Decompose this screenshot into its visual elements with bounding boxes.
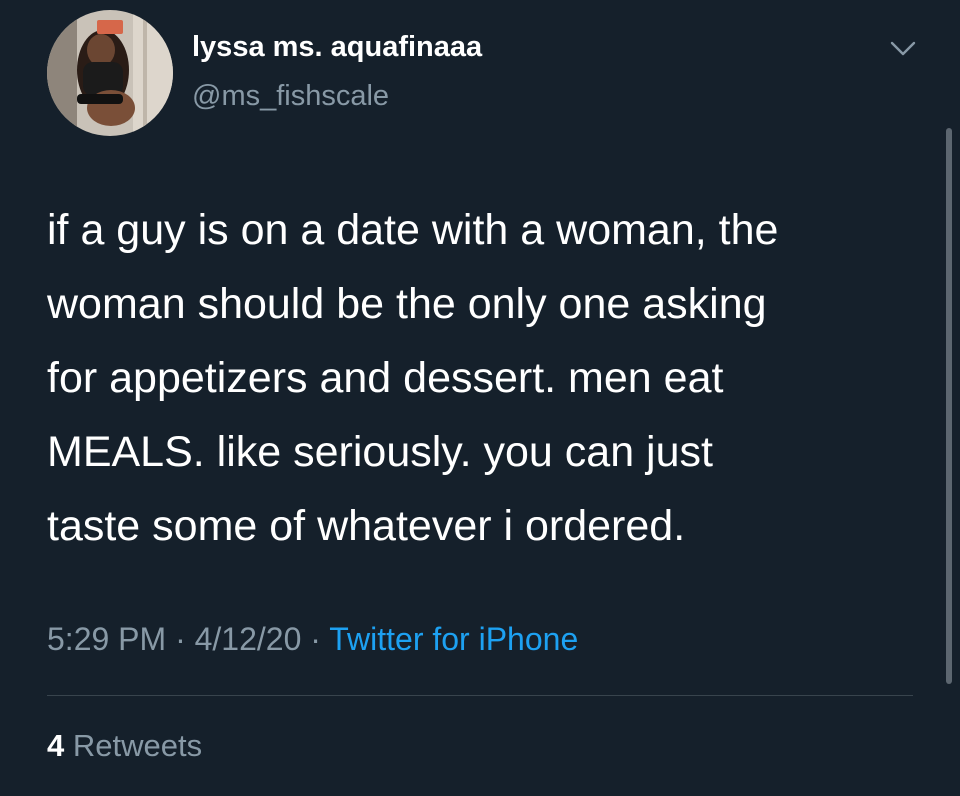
- tweet-meta: 5:29 PM · 4/12/20 · Twitter for iPhone: [47, 621, 578, 658]
- divider: [47, 695, 913, 696]
- meta-separator: ·: [310, 621, 321, 657]
- tweet-time[interactable]: 5:29 PM: [47, 621, 166, 657]
- tweet-date[interactable]: 4/12/20: [195, 621, 302, 657]
- tweet-text-line: woman should be the only one asking: [47, 280, 767, 328]
- tweet-text-line: for appetizers and dessert. men eat: [47, 354, 724, 402]
- author-handle[interactable]: @ms_fishscale: [192, 80, 389, 113]
- scrollbar[interactable]: [946, 128, 952, 684]
- retweets-count: 4: [47, 728, 65, 763]
- avatar[interactable]: [47, 10, 173, 136]
- tweet-source-link[interactable]: Twitter for iPhone: [329, 621, 578, 657]
- avatar-photo: [47, 10, 173, 136]
- author-display-name[interactable]: lyssa ms. aquafinaaa: [192, 31, 482, 64]
- retweets-stat[interactable]: 4 Retweets: [47, 728, 202, 764]
- tweet-text: if a guy is on a date with a woman, the …: [47, 193, 927, 563]
- retweets-label: Retweets: [72, 728, 203, 763]
- tweet-detail: lyssa ms. aquafinaaa @ms_fishscale if a …: [0, 0, 960, 796]
- tweet-text-line: if a guy is on a date with a woman, the: [47, 206, 779, 254]
- chevron-down-icon[interactable]: [888, 35, 918, 61]
- meta-separator: ·: [175, 621, 186, 657]
- tweet-text-line: MEALS. like seriously. you can just: [47, 428, 713, 476]
- tweet-text-line: taste some of whatever i ordered.: [47, 502, 686, 550]
